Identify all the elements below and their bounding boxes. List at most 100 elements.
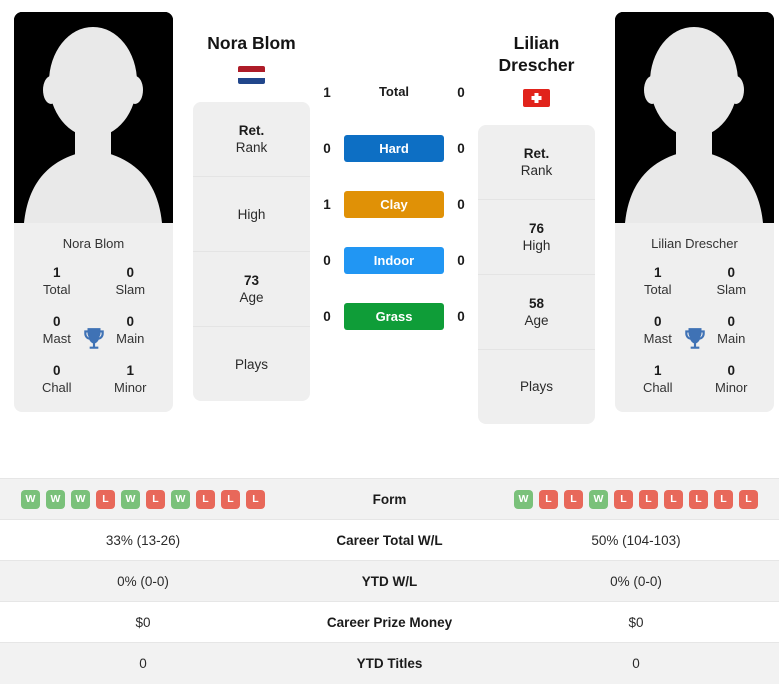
- table-row-career-total-wl: 33% (13-26) Career Total W/L 50% (104-10…: [0, 519, 779, 561]
- form-badge-loss: L: [664, 489, 683, 509]
- stat-cell: 0 Slam: [94, 265, 168, 298]
- info-row-plays: Plays: [193, 327, 310, 401]
- h2h-left-value: 0: [323, 308, 331, 324]
- h2h-left-value: 0: [323, 140, 331, 156]
- form-badge-loss: L: [639, 489, 658, 509]
- right-player-column: Lilian Drescher 1 Total 0 Slam 0 Mast 0 …: [615, 12, 774, 413]
- table-row-form: WWWLWLWLLL Form WLLWLLLLLL: [0, 478, 779, 520]
- info-row-high: High: [193, 177, 310, 253]
- info-value: Ret.: [523, 145, 550, 161]
- h2h-right-value: 0: [457, 84, 465, 100]
- surface-badge-hard[interactable]: Hard: [344, 134, 444, 162]
- table-row-career-prize-money: $0 Career Prize Money $0: [0, 601, 779, 643]
- stat-cell: 0 Slam: [695, 265, 769, 298]
- info-label: Rank: [235, 140, 268, 156]
- left-player-info-card: Ret. Rank High 73 Age Plays: [193, 102, 310, 402]
- stat-label: Chall: [41, 380, 72, 396]
- right-form-strip: WLLWLLLLLL: [501, 489, 771, 509]
- surface-badge-grass[interactable]: Grass: [344, 302, 444, 330]
- stat-label: Slam: [115, 281, 146, 297]
- h2h-right-value: 0: [457, 252, 465, 268]
- left-player-photo[interactable]: [14, 12, 173, 223]
- h2h-row-indoor: 0 Indoor 0: [310, 232, 478, 288]
- form-badge-loss: L: [196, 489, 215, 509]
- info-label: Age: [524, 312, 549, 328]
- head-to-head-column: 1 Total 0 0 Hard 0 1 Clay 0 0 Indoor 0 0…: [310, 12, 478, 344]
- info-row-age: 58 Age: [478, 275, 595, 350]
- info-label: Plays: [234, 356, 268, 372]
- right-value: $0: [493, 601, 779, 643]
- right-player-card[interactable]: Lilian Drescher 1 Total 0 Slam 0 Mast 0 …: [615, 12, 774, 413]
- row-label-ytd-wl: YTD W/L: [286, 560, 493, 602]
- left-player-card[interactable]: Nora Blom 1 Total 0 Slam 0 Mast 0 Main 0…: [14, 12, 173, 413]
- stat-label: Minor: [113, 380, 147, 396]
- form-badge-loss: L: [96, 489, 115, 509]
- right-player-name-block: Lilian Drescher: [478, 12, 595, 107]
- form-badge-loss: L: [739, 489, 758, 509]
- form-badge-win: W: [171, 489, 190, 509]
- form-badge-loss: L: [539, 489, 558, 509]
- right-form-cell: WLLWLLLLLL: [493, 478, 779, 520]
- stat-value: 1: [126, 363, 134, 379]
- stat-value: 1: [653, 363, 662, 379]
- left-value: $0: [0, 601, 286, 643]
- h2h-surface-wrap: Hard: [344, 134, 444, 162]
- stat-label: Chall: [642, 380, 673, 396]
- stat-cell: 1 Total: [621, 265, 695, 298]
- info-value: 76: [528, 220, 545, 236]
- stat-label: Total: [43, 281, 71, 297]
- stat-cell: 0 Chall: [20, 363, 94, 396]
- info-label: Rank: [520, 162, 553, 178]
- stat-cell: 0 Minor: [695, 363, 769, 396]
- left-value: 0: [0, 642, 286, 684]
- left-player-column: Nora Blom 1 Total 0 Slam 0 Mast 0 Main 0…: [14, 12, 173, 413]
- info-label: Age: [239, 290, 264, 306]
- left-value: 33% (13-26): [0, 519, 286, 561]
- right-player-name[interactable]: Lilian Drescher: [478, 32, 595, 77]
- right-player-photo[interactable]: [615, 12, 774, 223]
- info-label: Plays: [519, 379, 553, 395]
- comparison-table: WWWLWLWLLL Form WLLWLLLLLL 33% (13-26) C…: [0, 478, 779, 684]
- row-label-career-prize-money: Career Prize Money: [286, 601, 493, 643]
- info-label: High: [522, 237, 551, 253]
- left-player-name-block: Nora Blom: [193, 12, 310, 85]
- stat-value: 0: [126, 265, 134, 280]
- h2h-surface-wrap: Grass: [344, 302, 444, 330]
- right-player-info-card: Ret. Rank 76 High 58 Age Plays: [478, 124, 595, 424]
- h2h-row-total: 1 Total 0: [310, 64, 478, 120]
- left-player-name[interactable]: Nora Blom: [193, 32, 310, 54]
- stat-cell: 1 Total: [20, 265, 94, 298]
- h2h-row-grass: 0 Grass 0: [310, 288, 478, 344]
- h2h-total-label-wrap: Total: [344, 83, 444, 101]
- left-value: 0% (0-0): [0, 560, 286, 602]
- h2h-surface-wrap: Indoor: [344, 246, 444, 274]
- comparison-table-body: WWWLWLWLLL Form WLLWLLLLLL 33% (13-26) C…: [0, 478, 779, 684]
- right-value: 50% (104-103): [493, 519, 779, 561]
- form-badge-win: W: [121, 489, 140, 509]
- h2h-right-value: 0: [457, 140, 465, 156]
- right-titles-grid: 1 Total 0 Slam 0 Mast 0 Main 1 Chall 0 M…: [615, 265, 774, 412]
- h2h-total-label: Total: [378, 84, 410, 99]
- stat-value: 0: [727, 363, 735, 379]
- surface-badge-clay[interactable]: Clay: [344, 190, 444, 218]
- info-value: 73: [243, 273, 260, 289]
- h2h-left-value: 1: [323, 196, 331, 212]
- table-row-ytd-titles: 0 YTD Titles 0: [0, 642, 779, 684]
- right-photo-caption: Lilian Drescher: [615, 223, 774, 265]
- h2h-right-value: 0: [457, 196, 465, 212]
- stat-label: Total: [644, 281, 672, 297]
- form-badge-loss: L: [221, 489, 240, 509]
- h2h-left-value: 1: [323, 84, 331, 100]
- right-player-info-column: Lilian Drescher Ret. Rank 76 High 58 Age…: [478, 12, 595, 424]
- stat-label: Minor: [714, 380, 748, 396]
- surface-badge-indoor[interactable]: Indoor: [344, 246, 444, 274]
- stat-label: Slam: [716, 281, 747, 297]
- stat-value: 0: [52, 363, 61, 379]
- form-badge-win: W: [46, 489, 65, 509]
- right-value: 0% (0-0): [493, 560, 779, 602]
- avatar-placeholder-icon: [615, 12, 774, 223]
- trophy-icon: [81, 326, 107, 352]
- info-row-age: 73 Age: [193, 252, 310, 328]
- left-player-info-column: Nora Blom Ret. Rank High 73 Age Plays: [193, 12, 310, 402]
- form-badge-win: W: [589, 489, 608, 509]
